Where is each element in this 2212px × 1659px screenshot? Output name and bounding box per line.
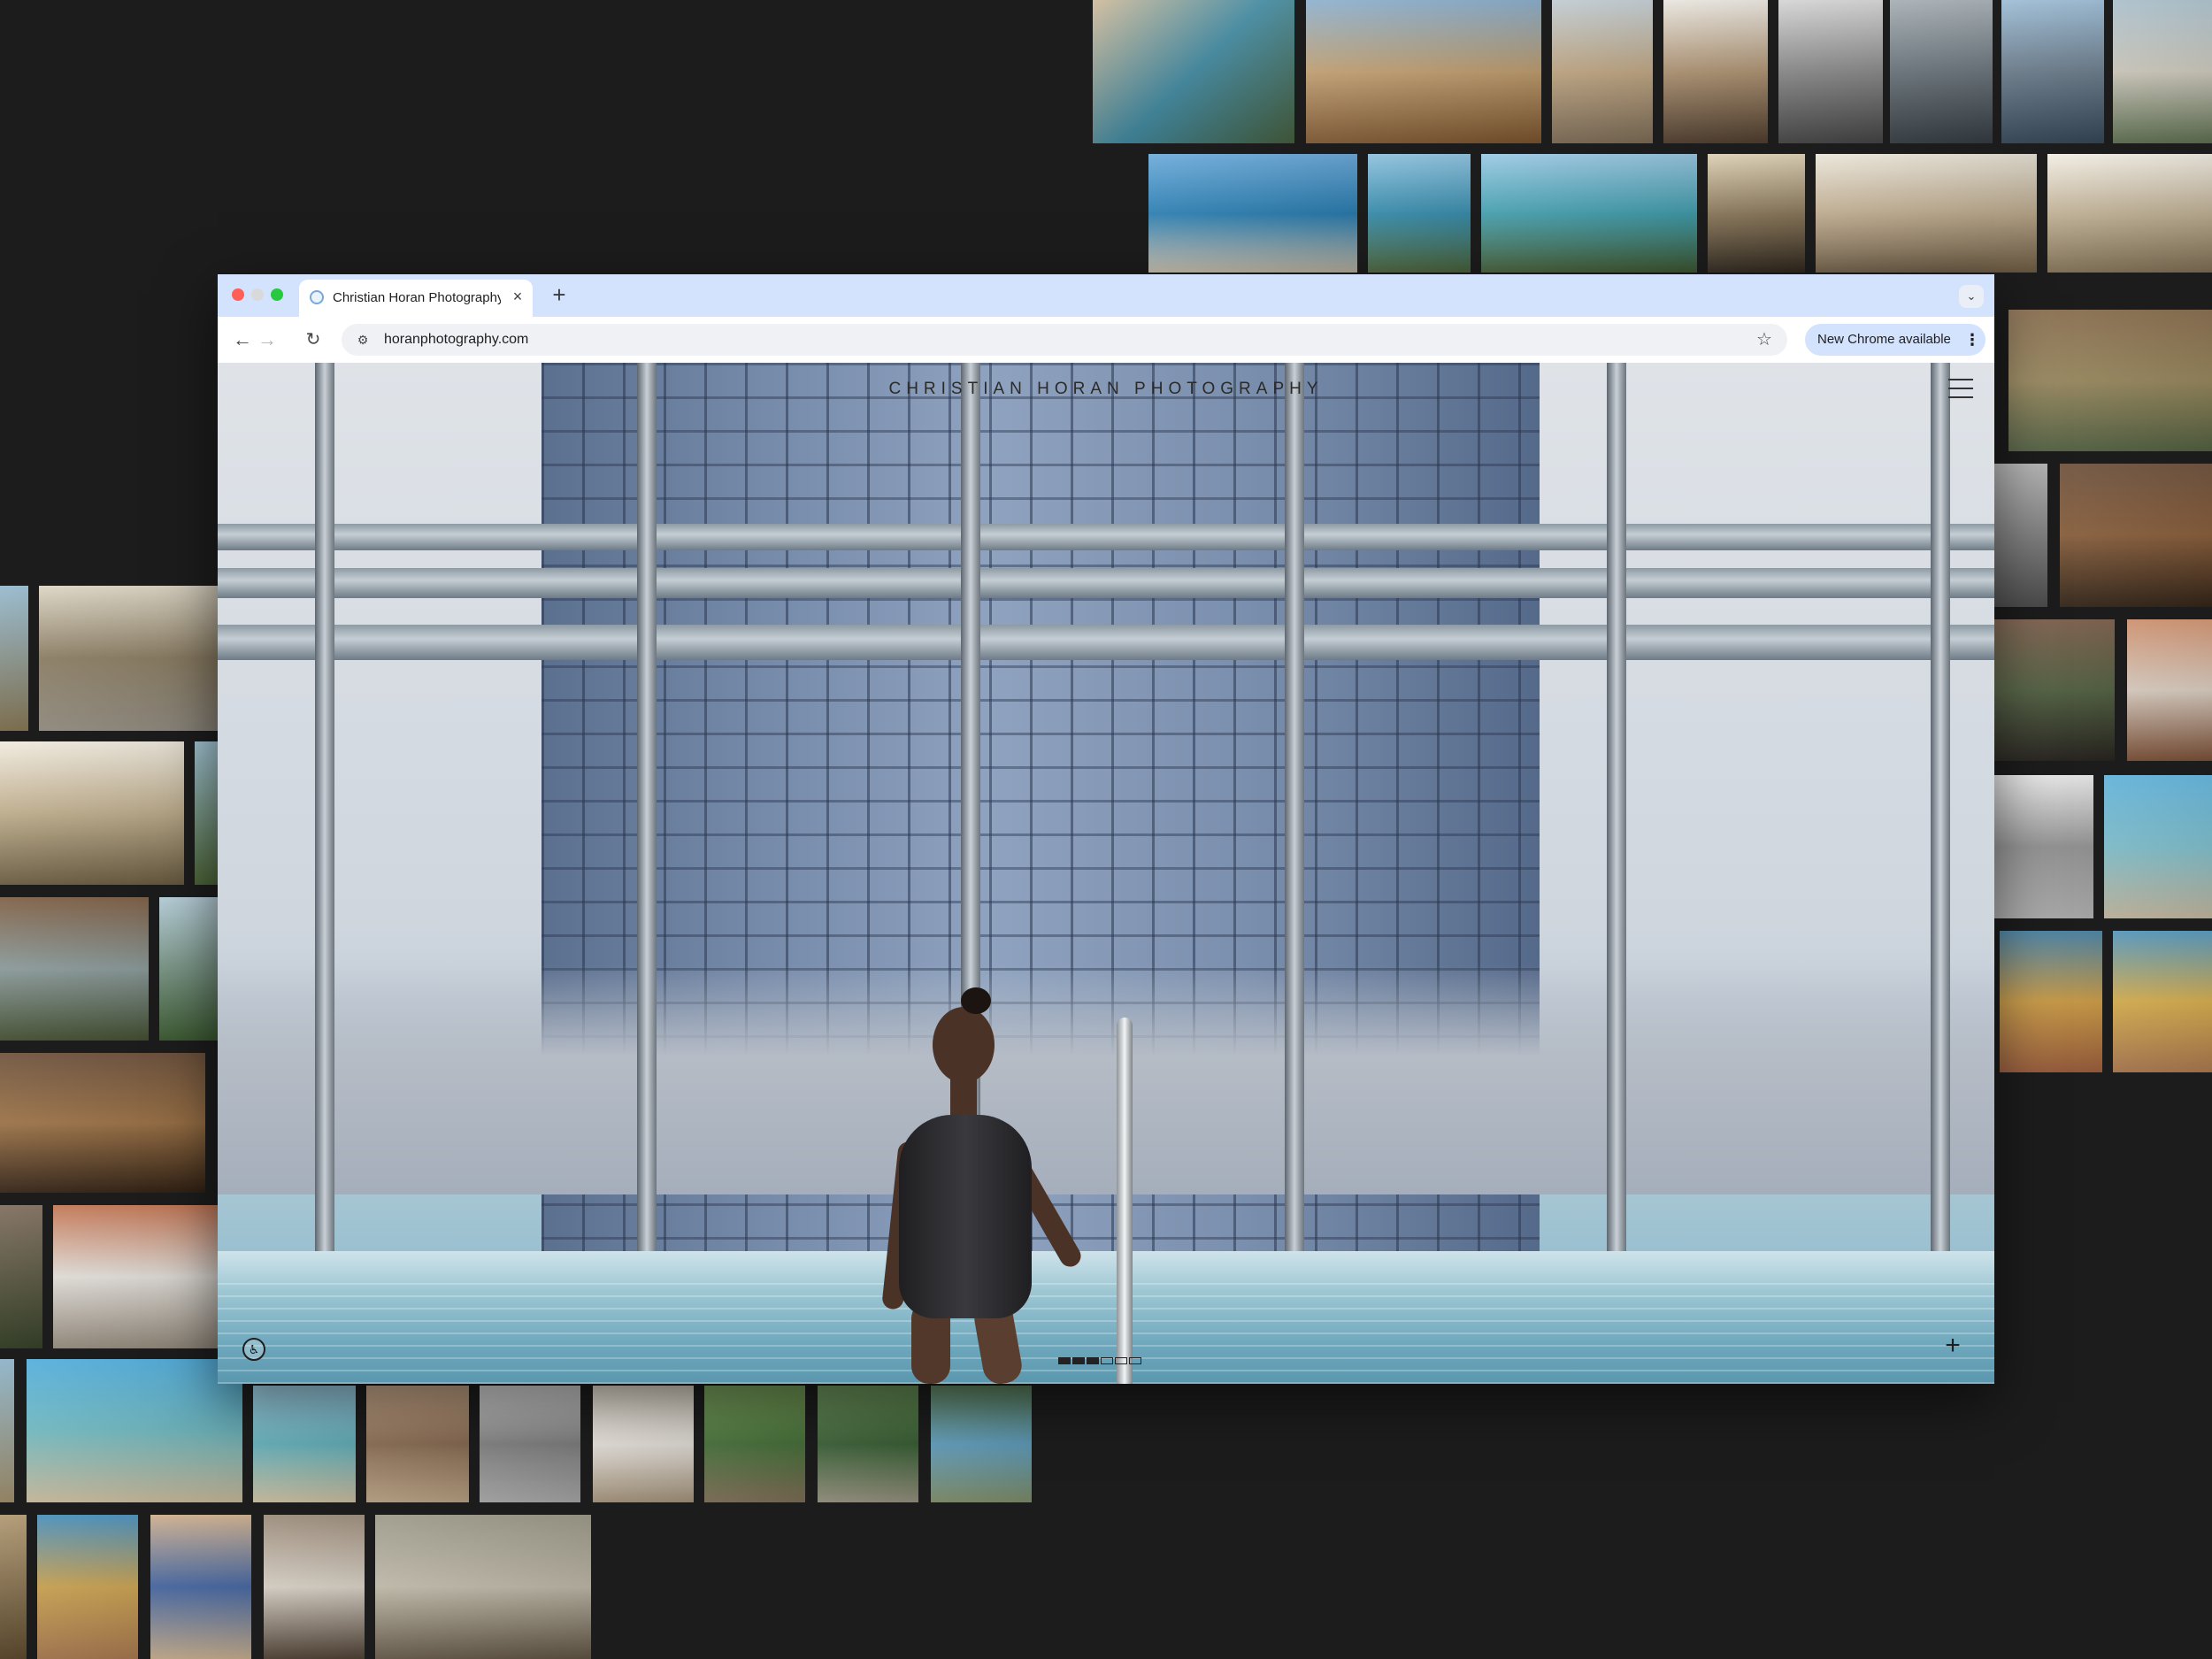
hamburger-line bbox=[1948, 388, 1973, 389]
reload-icon[interactable]: ↻ bbox=[301, 327, 326, 352]
mosaic-photo bbox=[480, 1386, 580, 1502]
figure-swimsuit bbox=[899, 1115, 1032, 1318]
mosaic-photo bbox=[0, 741, 184, 885]
mosaic-photo bbox=[2104, 775, 2212, 918]
mosaic-photo bbox=[366, 1386, 469, 1502]
hero-photo-pool-ripples bbox=[218, 1283, 1994, 1384]
kebab-menu-icon[interactable]: ⋮ bbox=[1964, 329, 1980, 350]
mosaic-photo bbox=[1306, 0, 1541, 143]
mosaic-photo bbox=[2127, 619, 2212, 761]
mosaic-photo bbox=[0, 586, 28, 731]
slide-dot[interactable] bbox=[1058, 1357, 1071, 1364]
tab-strip: Christian Horan Photography × + ⌄ bbox=[218, 274, 1994, 317]
mosaic-photo bbox=[1663, 0, 1768, 143]
mosaic-photo bbox=[0, 1359, 14, 1502]
hero-photo-mullion bbox=[1607, 363, 1626, 1384]
tab-title: Christian Horan Photography bbox=[333, 290, 501, 305]
mosaic-photo bbox=[818, 1386, 918, 1502]
mosaic-photo bbox=[264, 1515, 365, 1659]
new-chrome-available-button[interactable]: New Chrome available ⋮ bbox=[1805, 324, 1985, 356]
hero-photo-beam bbox=[218, 524, 1994, 550]
mosaic-photo bbox=[1552, 0, 1653, 143]
mosaic-photo bbox=[1994, 775, 2093, 918]
hero-photo-city-haze bbox=[218, 964, 1994, 1194]
address-bar[interactable]: ⚙ horanphotography.com ☆ bbox=[342, 324, 1787, 356]
browser-window: Christian Horan Photography × + ⌄ ← → ↻ … bbox=[218, 274, 1994, 1384]
hero-photo-mullion bbox=[315, 363, 334, 1384]
mosaic-photo bbox=[0, 1515, 27, 1659]
mosaic-photo bbox=[1778, 0, 1883, 143]
hero-photo-ladder bbox=[1117, 1018, 1133, 1384]
mosaic-photo bbox=[704, 1386, 805, 1502]
mosaic-photo bbox=[253, 1386, 356, 1502]
mosaic-photo bbox=[1148, 154, 1357, 273]
mosaic-photo bbox=[27, 1359, 242, 1502]
slide-dot[interactable] bbox=[1129, 1357, 1141, 1364]
mosaic-photo bbox=[0, 1053, 205, 1193]
mosaic-photo bbox=[0, 897, 149, 1041]
hero-photo-beam bbox=[218, 625, 1994, 660]
slide-dot[interactable] bbox=[1115, 1357, 1127, 1364]
mosaic-photo bbox=[375, 1515, 591, 1659]
star-icon[interactable]: ☆ bbox=[1754, 329, 1775, 350]
mosaic-photo bbox=[1816, 154, 2037, 273]
hamburger-line bbox=[1948, 379, 1973, 380]
figure-head bbox=[933, 1007, 995, 1083]
hero-photo-beam bbox=[218, 568, 1994, 598]
mosaic-photo bbox=[0, 1205, 42, 1348]
accessibility-icon[interactable]: ♿ bbox=[242, 1338, 265, 1361]
update-chip-label: New Chrome available bbox=[1817, 332, 1951, 347]
mosaic-photo bbox=[150, 1515, 251, 1659]
tab-christian-horan[interactable]: Christian Horan Photography × bbox=[299, 280, 533, 317]
window-minimize-button[interactable] bbox=[251, 288, 264, 301]
hero-photo-mullion bbox=[1285, 363, 1304, 1384]
chevron-down-icon[interactable]: ⌄ bbox=[1959, 285, 1984, 308]
mosaic-photo bbox=[1708, 154, 1805, 273]
arrow-right-icon[interactable]: → bbox=[255, 327, 280, 352]
slide-dot[interactable] bbox=[1087, 1357, 1099, 1364]
mosaic-photo bbox=[159, 897, 218, 1041]
slide-dot[interactable] bbox=[1072, 1357, 1085, 1364]
mosaic-photo bbox=[931, 1386, 1032, 1502]
mosaic-photo bbox=[2113, 0, 2212, 143]
mosaic-photo bbox=[1994, 619, 2115, 761]
tune-icon[interactable]: ⚙ bbox=[354, 331, 372, 349]
mosaic-photo bbox=[1481, 154, 1697, 273]
mosaic-photo bbox=[2000, 931, 2102, 1072]
figure-hair-bun bbox=[961, 987, 991, 1014]
mosaic-photo bbox=[593, 1386, 694, 1502]
mosaic-photo bbox=[1093, 0, 1294, 143]
hero-slideshow: CHRISTIAN HORAN PHOTOGRAPHY ♿ + bbox=[218, 363, 1994, 1384]
plus-icon[interactable]: + bbox=[547, 283, 572, 308]
hero-photo-mullion bbox=[637, 363, 657, 1384]
mosaic-photo bbox=[2113, 931, 2212, 1072]
arrow-left-icon[interactable]: ← bbox=[230, 327, 255, 352]
mosaic-photo bbox=[37, 1515, 138, 1659]
mosaic-photo bbox=[2047, 154, 2212, 273]
mosaic-photo bbox=[39, 586, 218, 731]
site-favicon-icon bbox=[310, 290, 324, 304]
window-close-button[interactable] bbox=[232, 288, 244, 301]
mosaic-photo bbox=[2060, 464, 2212, 607]
url-text[interactable]: horanphotography.com bbox=[384, 331, 528, 349]
mosaic-photo bbox=[1994, 464, 2047, 607]
hamburger-line bbox=[1948, 396, 1973, 398]
hamburger-menu-icon[interactable] bbox=[1948, 379, 1973, 398]
mosaic-photo bbox=[1890, 0, 1993, 143]
site-title-logo[interactable]: CHRISTIAN HORAN PHOTOGRAPHY bbox=[218, 379, 1994, 400]
window-maximize-button[interactable] bbox=[271, 288, 283, 301]
mosaic-photo bbox=[53, 1205, 218, 1348]
mosaic-photo bbox=[2008, 310, 2212, 451]
mosaic-photo bbox=[1368, 154, 1471, 273]
close-icon[interactable]: × bbox=[508, 287, 527, 306]
slide-dot[interactable] bbox=[1101, 1357, 1113, 1364]
browser-toolbar: ← → ↻ ⚙ horanphotography.com ☆ New Chrom… bbox=[218, 317, 1994, 363]
plus-icon[interactable]: + bbox=[1939, 1333, 1966, 1359]
mosaic-photo bbox=[2001, 0, 2104, 143]
mosaic-photo bbox=[195, 741, 218, 885]
hero-photo-mullion bbox=[1931, 363, 1950, 1384]
